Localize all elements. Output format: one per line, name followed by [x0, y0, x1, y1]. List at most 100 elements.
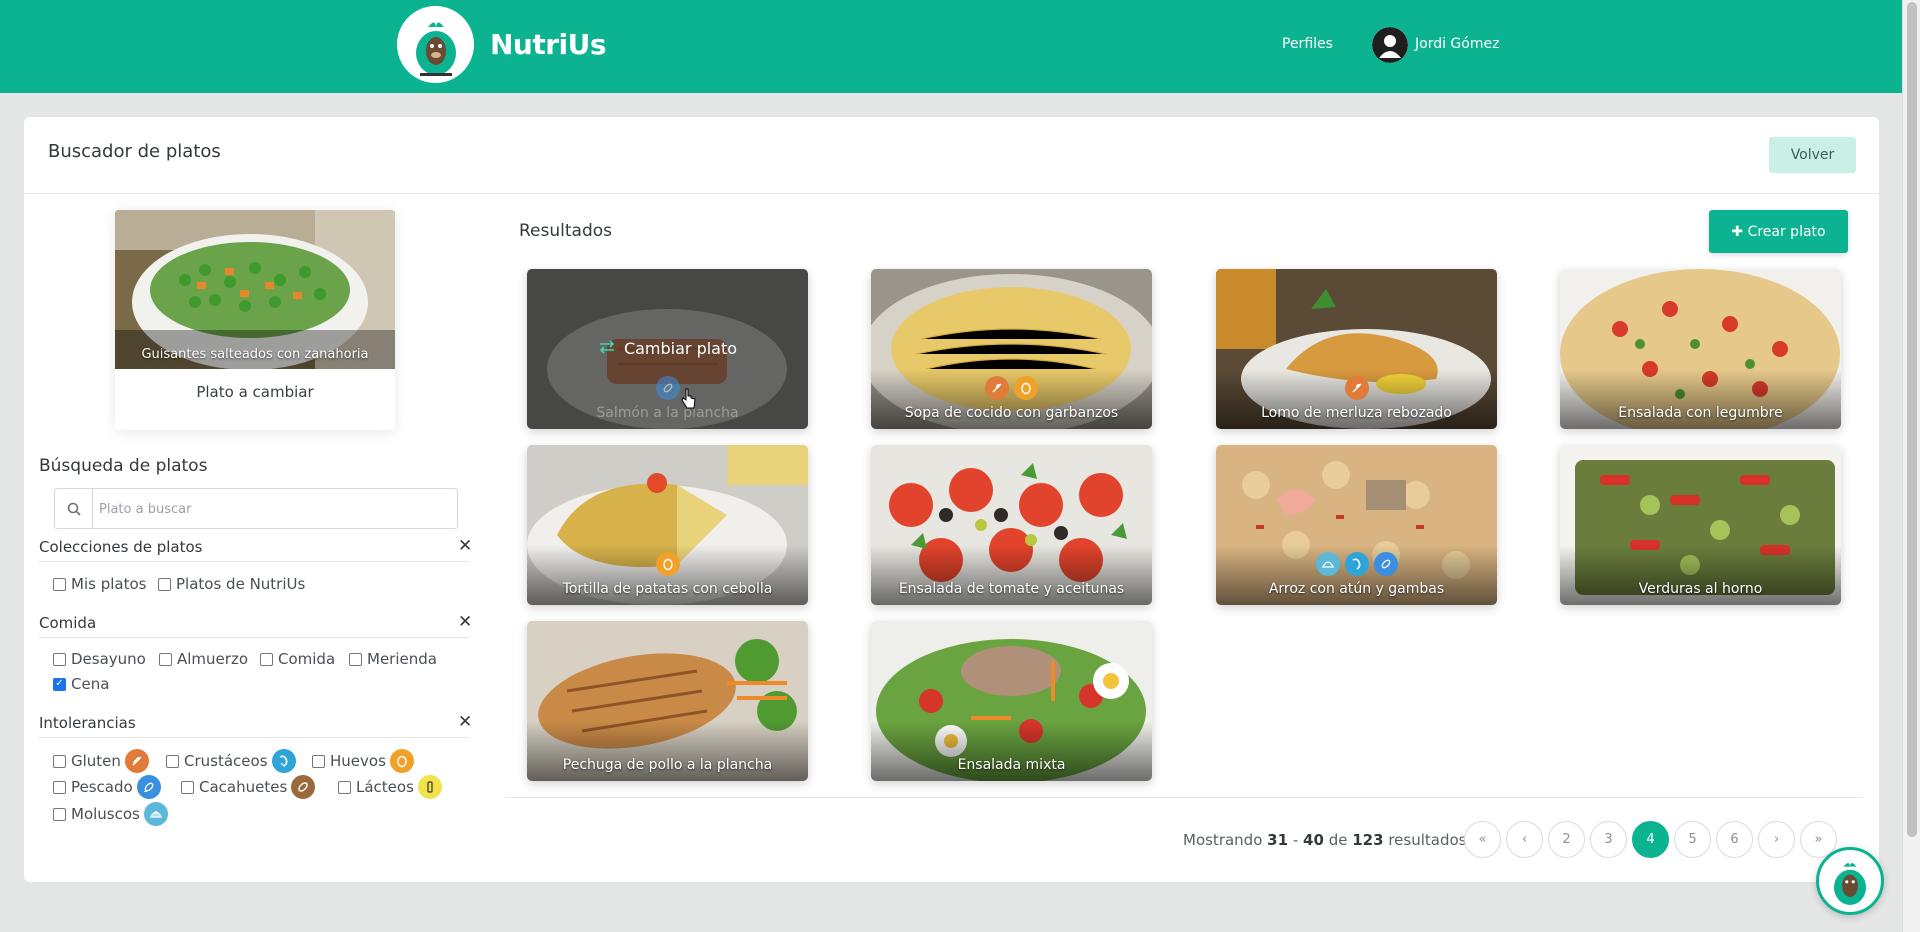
checkbox-crustaceos[interactable]: Crustáceos	[166, 749, 296, 773]
filter-intolerances-header: Intolerancias ✕	[39, 708, 472, 738]
checkbox-desayuno[interactable]: Desayuno	[53, 650, 146, 668]
dish-card-sopa-cocido[interactable]: Sopa de cocido con garbanzos	[871, 269, 1152, 429]
checkbox-label: Cacahuetes	[199, 778, 288, 796]
user-avatar[interactable]	[1372, 27, 1408, 63]
checkbox-box[interactable]	[260, 652, 273, 666]
checkbox-box-checked[interactable]: ✓	[53, 677, 66, 691]
clear-collections-icon[interactable]: ✕	[458, 536, 472, 556]
change-dish-action[interactable]: Cambiar plato	[527, 339, 808, 358]
checkbox-lacteos[interactable]: Lácteos	[338, 775, 442, 799]
shell-icon	[143, 802, 168, 826]
page-5-button[interactable]: 5	[1674, 821, 1711, 858]
checkbox-label: Moluscos	[71, 805, 140, 823]
results-count: Mostrando 31 - 40 de 123 resultados	[1183, 831, 1466, 849]
user-name[interactable]: Jordi Gómez	[1415, 36, 1499, 52]
checkbox-comida[interactable]: Comida	[260, 650, 335, 668]
checkbox-box[interactable]	[53, 652, 66, 666]
shrimp-icon	[1344, 552, 1369, 576]
checkbox-label: Platos de NutriUs	[176, 575, 306, 593]
shell-icon	[1315, 552, 1340, 576]
dish-card-arroz-atun[interactable]: Arroz con atún y gambas	[1216, 445, 1497, 605]
checkbox-box[interactable]	[338, 780, 351, 794]
checkbox-cena[interactable]: ✓ Cena	[53, 675, 109, 693]
page-4-button[interactable]: 4	[1632, 821, 1669, 858]
assistant-fab[interactable]	[1816, 847, 1884, 915]
page-title: Buscador de platos	[48, 141, 221, 162]
brand-name[interactable]: NutriUs	[490, 28, 607, 61]
checkbox-merienda[interactable]: Merienda	[349, 650, 437, 668]
results-title: Resultados	[519, 221, 612, 241]
nav-profiles-link[interactable]: Perfiles	[1282, 36, 1333, 52]
allergen-icons	[1216, 376, 1497, 400]
showing-sep: -	[1292, 831, 1299, 849]
checkbox-gluten[interactable]: Gluten	[53, 749, 149, 773]
checkbox-label: Mis platos	[71, 575, 147, 593]
dish-card-ensalada-mixta[interactable]: Ensalada mixta	[871, 621, 1152, 781]
checkbox-almuerzo[interactable]: Almuerzo	[159, 650, 248, 668]
checkbox-box[interactable]	[53, 780, 66, 794]
page-2-button[interactable]: 2	[1548, 821, 1585, 858]
page-scrollbar[interactable]	[1902, 0, 1920, 932]
dish-to-change-image	[115, 210, 395, 369]
checkbox-label: Pescado	[71, 778, 133, 796]
checkbox-box[interactable]	[159, 652, 172, 666]
milk-icon	[417, 775, 442, 799]
next-page-button[interactable]: ›	[1758, 821, 1795, 858]
checkbox-box[interactable]	[166, 754, 179, 768]
dish-name: Ensalada de tomate y aceitunas	[898, 581, 1125, 597]
wheat-icon	[124, 749, 149, 773]
checkbox-box[interactable]	[349, 652, 362, 666]
fish-icon	[136, 775, 161, 799]
results-divider	[506, 797, 1862, 798]
dish-card-ensalada-legumbre[interactable]: Ensalada con legumbre	[1560, 269, 1841, 429]
clear-meal-icon[interactable]: ✕	[458, 612, 472, 632]
dish-name: Sopa de cocido con garbanzos	[904, 405, 1119, 421]
checkbox-box[interactable]	[312, 754, 325, 768]
swap-icon	[598, 339, 616, 358]
dish-card-ensalada-tomate[interactable]: Ensalada de tomate y aceitunas	[871, 445, 1152, 605]
card-header: Buscador de platos Volver	[24, 117, 1879, 194]
change-dish-label: Cambiar plato	[623, 339, 738, 358]
back-button[interactable]: Volver	[1769, 137, 1856, 173]
otter-mascot-icon	[1834, 862, 1866, 905]
clear-intolerances-icon[interactable]: ✕	[458, 712, 472, 732]
checkbox-box[interactable]	[53, 754, 66, 768]
allergen-icons	[871, 376, 1152, 400]
search-field	[54, 488, 458, 529]
dish-card-merluza[interactable]: Lomo de merluza rebozado	[1216, 269, 1497, 429]
shrimp-icon	[271, 749, 296, 773]
allergen-icons	[527, 376, 808, 400]
dish-card-verduras-horno[interactable]: Verduras al horno	[1560, 445, 1841, 605]
checkbox-cacahuetes[interactable]: Cacahuetes	[181, 775, 316, 799]
showing-prefix: Mostrando	[1183, 831, 1263, 849]
checkbox-platos-nutrius[interactable]: Platos de NutriUs	[158, 575, 305, 593]
dish-name: Verduras al horno	[1638, 581, 1763, 597]
dish-card-salmon[interactable]: Cambiar plato Salmón a la plancha	[527, 269, 808, 429]
dish-name: Lomo de merluza rebozado	[1261, 405, 1452, 421]
dish-to-change-label: Plato a cambiar	[196, 383, 314, 401]
peanut-icon	[291, 775, 316, 799]
create-dish-button[interactable]: ✚ Crear plato	[1709, 210, 1848, 253]
nutrius-logo[interactable]	[397, 6, 474, 83]
prev-page-button[interactable]: ‹	[1506, 821, 1543, 858]
checkbox-label: Crustáceos	[184, 752, 268, 770]
scrollbar-thumb[interactable]	[1907, 2, 1917, 837]
checkbox-box[interactable]	[53, 807, 66, 821]
dish-card-pechuga-pollo[interactable]: Pechuga de pollo a la plancha	[527, 621, 808, 781]
checkbox-box[interactable]	[158, 577, 171, 591]
wheat-icon	[1344, 376, 1369, 400]
checkbox-mis-platos[interactable]: Mis platos	[53, 575, 146, 593]
checkbox-box[interactable]	[53, 577, 66, 591]
first-page-button[interactable]: «	[1464, 821, 1501, 858]
search-icon[interactable]	[55, 489, 93, 528]
checkbox-moluscos[interactable]: Moluscos	[53, 802, 168, 826]
search-input[interactable]	[99, 499, 439, 519]
checkbox-box[interactable]	[181, 780, 194, 794]
checkbox-huevos[interactable]: Huevos	[312, 749, 414, 773]
page-3-button[interactable]: 3	[1590, 821, 1627, 858]
showing-from: 31	[1267, 831, 1289, 849]
showing-to: 40	[1303, 831, 1324, 849]
checkbox-pescado[interactable]: Pescado	[53, 775, 161, 799]
page-6-button[interactable]: 6	[1716, 821, 1753, 858]
dish-card-tortilla[interactable]: Tortilla de patatas con cebolla	[527, 445, 808, 605]
